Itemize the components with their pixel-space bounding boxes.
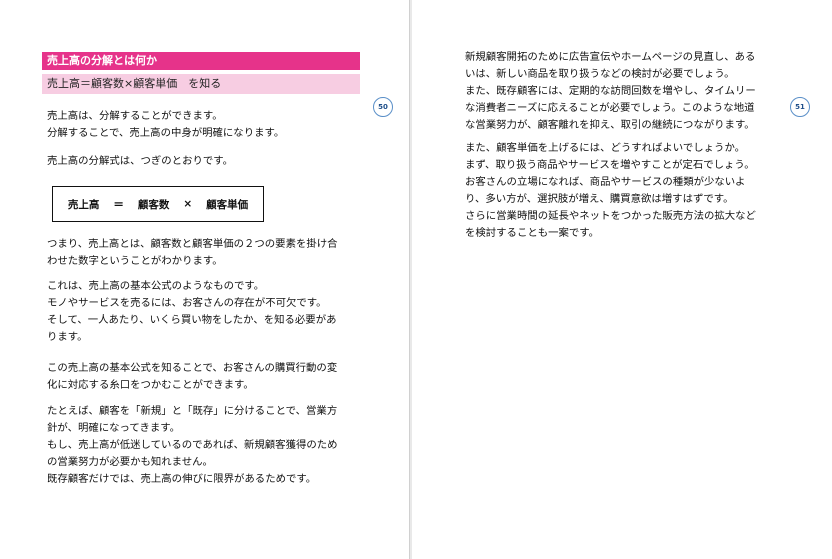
page-number-left: 50: [373, 97, 393, 117]
paragraph-4: これは、売上高の基本公式のようなものです。 モノやサービスを売るには、お客さんの…: [47, 280, 337, 343]
formula-term-sales: 売上高: [67, 198, 100, 211]
paragraph-6: たとえば、顧客を「新規」と「既存」に分けることで、営業方 針が、明確になってきま…: [47, 405, 338, 485]
formula-term-unit-price: 顧客単価: [206, 198, 249, 211]
right-page: 新規顧客開拓のために広告宣伝やホームページの見直し、ある いは、新しい商品を取り…: [412, 0, 832, 559]
formula-times: ×: [183, 198, 193, 210]
formula-term-customers: 顧客数: [137, 198, 170, 211]
left-page: 売上高の分解とは何か 売上高＝顧客数×顧客単価 を知る 売上高は、分解することが…: [0, 0, 410, 559]
paragraph-7: 新規顧客開拓のために広告宣伝やホームページの見直し、ある いは、新しい商品を取り…: [465, 51, 756, 131]
paragraph-2: 売上高の分解式は、つぎのとおりです。: [47, 155, 233, 167]
formula-equals: ＝: [113, 198, 124, 211]
section-heading: 売上高の分解とは何か: [42, 52, 360, 70]
section-subheading: 売上高＝顧客数×顧客単価 を知る: [42, 74, 360, 94]
sales-formula-box: 売上高 ＝ 顧客数 × 顧客単価: [52, 186, 264, 222]
paragraph-8: また、顧客単価を上げるには、どうすればよいでしょうか。 まず、取り扱う商品やサー…: [465, 142, 756, 239]
paragraph-3: つまり、売上高とは、顧客数と顧客単価の２つの要素を掛け合 わせた数字ということが…: [47, 238, 338, 267]
paragraph-1: 売上高は、分解することができます。 分解することで、売上高の中身が明確になります…: [47, 110, 285, 139]
paragraph-5: この売上高の基本公式を知ることで、お客さんの購買行動の変 化に対応する糸口をつか…: [47, 362, 338, 391]
page-number-right: 51: [790, 97, 810, 117]
